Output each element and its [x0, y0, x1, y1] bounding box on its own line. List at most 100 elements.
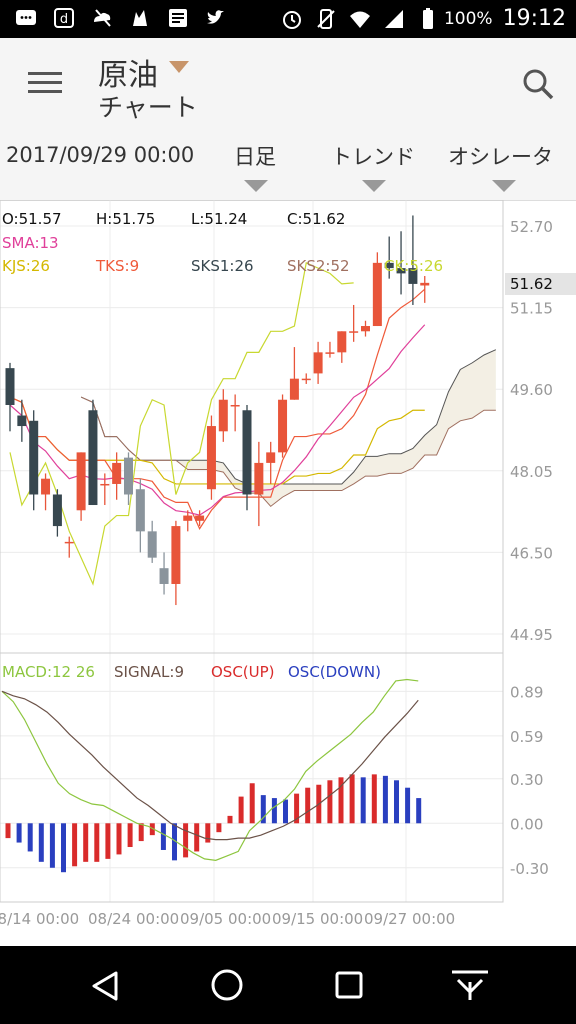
close-value: C:51.62	[287, 210, 345, 228]
tenkan-line	[9, 288, 426, 530]
vibrate-icon	[317, 8, 335, 29]
message-icon	[16, 10, 36, 25]
oscillator-bar	[138, 823, 144, 842]
oscillator-bar	[238, 796, 244, 824]
oscillator-bar	[49, 823, 55, 868]
oscillator-bar	[116, 823, 122, 855]
oscillator-bar	[349, 774, 355, 824]
candle-body	[289, 378, 299, 400]
indicator-lines	[9, 261, 426, 586]
tks-label: TKS:9	[95, 257, 139, 275]
svg-text:d: d	[60, 12, 68, 27]
oscillator-bar	[305, 787, 311, 824]
candle-body	[112, 462, 122, 484]
current-price-label: 51.62	[510, 275, 553, 293]
trend-selector[interactable]: トレンド	[331, 141, 415, 171]
signal-label: SIGNAL:9	[114, 663, 184, 681]
macd-label: MACD:12 26	[2, 663, 95, 681]
chart-area[interactable]: 52.70 51.15 49.60 48.05 46.50 44.95 O:51.57 H…	[0, 200, 576, 946]
oscillator-bar	[405, 787, 411, 824]
battery-icon	[422, 7, 433, 29]
macd-tick-label: -0.30	[510, 860, 549, 878]
oscillator-bar	[127, 823, 133, 848]
clock: 19:12	[502, 6, 566, 31]
candle-body	[337, 331, 347, 353]
signal-icon	[384, 9, 403, 28]
oscillator-bar	[360, 777, 366, 824]
datetime-label: 2017/09/29 00:00	[6, 143, 195, 167]
wifi-icon	[349, 11, 370, 28]
price-tick-label: 52.70	[510, 218, 553, 236]
oscillator-bar	[371, 774, 377, 824]
oscillator-dropdown-icon[interactable]	[492, 180, 516, 192]
home-icon[interactable]	[210, 968, 244, 1002]
time-tick-label: 08/24 00:00	[88, 910, 179, 928]
screen-subtitle: チャート	[98, 93, 198, 122]
trend-dropdown-icon[interactable]	[362, 180, 386, 192]
hamburger-menu-icon[interactable]	[28, 72, 62, 94]
oscillator-bar	[416, 798, 422, 824]
candle-body	[183, 515, 193, 521]
twitter-icon	[207, 10, 224, 24]
candle-body	[254, 462, 264, 495]
period-dropdown-icon[interactable]	[244, 180, 268, 192]
price-tick-label: 44.95	[510, 626, 553, 644]
time-x-axis: 08/14 00:00 08/24 00:0009/05 00:0009/15 0…	[0, 910, 455, 928]
high-value: H:51.75	[96, 210, 155, 228]
battery-percent: 100%	[443, 8, 493, 29]
period-selector[interactable]: 日足	[234, 141, 276, 171]
macd-y-axis: 0.89 0.59 0.30 0.00 -0.30	[510, 683, 549, 877]
price-tick-label: 46.50	[510, 544, 553, 562]
candle-body	[52, 494, 62, 527]
news-app-icon	[169, 9, 187, 27]
candle-body	[29, 420, 39, 495]
app-bar	[0, 38, 576, 128]
notification-pull-icon[interactable]	[450, 968, 490, 1002]
sma-label: SMA:13	[2, 234, 59, 252]
instrument-dropdown-icon[interactable]	[168, 60, 190, 74]
alarm-icon	[282, 10, 301, 29]
oscillator-bar	[61, 823, 66, 873]
sks2-label: SKS2:52	[287, 257, 350, 275]
low-value: L:51.24	[191, 210, 247, 228]
candle-body	[361, 326, 370, 332]
candle-body	[100, 483, 110, 486]
time-tick-label: 09/15 00:00	[272, 910, 363, 928]
chikou-line	[9, 261, 354, 586]
back-icon[interactable]	[90, 970, 122, 1002]
sks1-label: SKS1:26	[191, 257, 254, 275]
chart-toolbar: 2017/09/29 00:00 日足 トレンド オシレータ	[0, 128, 576, 201]
oscillator-bar	[283, 799, 288, 824]
candle-body	[159, 568, 169, 584]
candle-body	[230, 404, 240, 407]
candle-body	[88, 410, 98, 506]
oscillator-bar	[249, 783, 255, 824]
oscillator-bar	[160, 823, 166, 850]
candle-body	[171, 526, 181, 584]
candle-body	[301, 378, 311, 381]
oscillator-selector[interactable]: オシレータ	[448, 141, 553, 171]
search-icon[interactable]	[522, 68, 554, 100]
macd-tick-label: 0.89	[510, 683, 543, 701]
oscillator-bar	[27, 823, 33, 852]
oscillator-bar	[216, 823, 222, 833]
candle-body	[206, 426, 216, 490]
oscillator-bar	[72, 823, 78, 867]
oscillator-bar	[327, 780, 333, 824]
oscillator-bar	[194, 823, 200, 852]
time-tick-label: 09/05 00:00	[180, 910, 271, 928]
price-tick-label: 48.05	[510, 463, 553, 481]
macd-tick-label: 0.59	[510, 728, 543, 746]
oscillator-bar	[94, 823, 100, 862]
d-app-icon: d	[54, 8, 74, 28]
candle-body	[41, 478, 51, 495]
status-bar: d 100% 19:12	[0, 0, 576, 38]
time-tick-label: 08/14 00:00	[0, 910, 79, 928]
osc-up-label: OSC(UP)	[211, 663, 275, 681]
oscillator-bar	[205, 823, 211, 843]
recent-apps-icon[interactable]	[334, 970, 364, 1000]
candle-body	[266, 452, 276, 463]
osc-down-label: OSC(DOWN)	[288, 663, 381, 681]
navigation-bar	[0, 946, 576, 1024]
candle-body	[278, 399, 288, 453]
